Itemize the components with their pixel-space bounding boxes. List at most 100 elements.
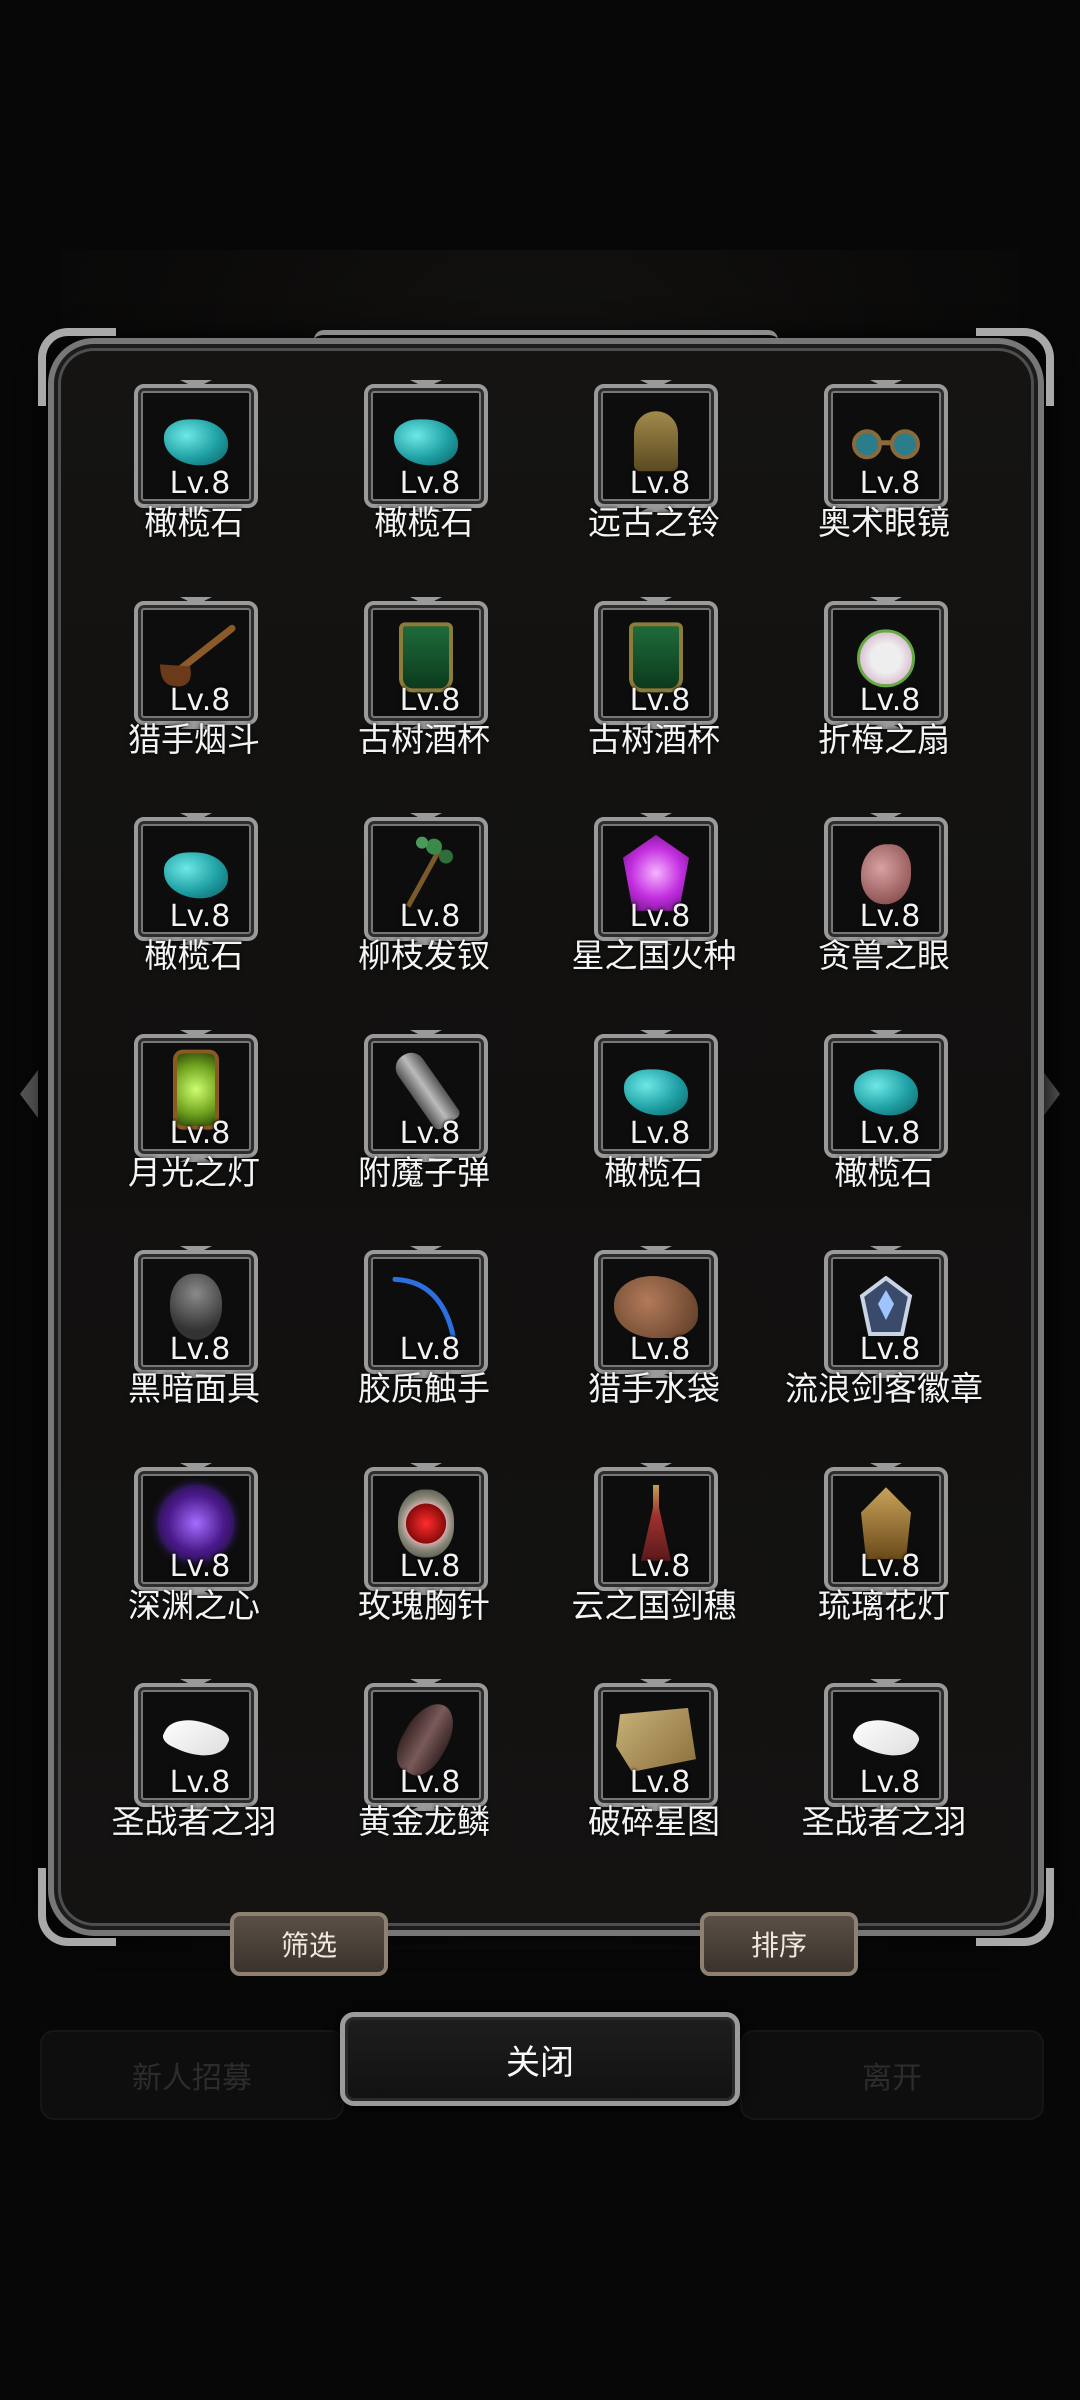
item-cell[interactable]: Lv.8 云之国剑穗 bbox=[554, 1467, 754, 1635]
item-slot-frame[interactable]: Lv.8 bbox=[134, 384, 258, 508]
item-slot-frame[interactable]: Lv.8 bbox=[134, 817, 258, 941]
broken-star-map-icon bbox=[616, 1707, 696, 1772]
olivine-stone-icon bbox=[164, 852, 228, 899]
greedy-beast-eye-icon bbox=[861, 844, 911, 905]
hunter-pipe-icon bbox=[154, 622, 238, 692]
item-cell[interactable]: Lv.8 黄金龙鳞 bbox=[324, 1683, 524, 1851]
item-cell[interactable]: Lv.8 橄榄石 bbox=[94, 817, 294, 985]
item-cell[interactable]: Lv.8 橄榄石 bbox=[94, 384, 294, 552]
item-cell[interactable]: Lv.8 破碎星图 bbox=[554, 1683, 754, 1851]
item-name: 橄榄石 bbox=[604, 1153, 704, 1192]
olivine-stone-icon bbox=[164, 419, 228, 466]
item-cell[interactable]: Lv.8 玫瑰胸针 bbox=[324, 1467, 524, 1635]
background-tab-recruit-label: 新人招募 bbox=[132, 2061, 252, 2096]
item-cell[interactable]: Lv.8 猎手水袋 bbox=[554, 1250, 754, 1418]
item-slot-frame[interactable]: Lv.8 bbox=[824, 1467, 948, 1591]
item-name: 圣战者之羽 bbox=[801, 1802, 967, 1841]
filter-button[interactable]: 筛选 bbox=[230, 1912, 388, 1976]
item-slot-frame[interactable]: Lv.8 bbox=[364, 1250, 488, 1374]
item-name: 琉璃花灯 bbox=[818, 1586, 950, 1625]
item-slot-frame[interactable]: Lv.8 bbox=[824, 601, 948, 725]
item-slot-frame[interactable]: Lv.8 bbox=[364, 817, 488, 941]
item-cell[interactable]: Lv.8 橄榄石 bbox=[554, 1034, 754, 1202]
filter-button-label: 筛选 bbox=[280, 1929, 337, 1962]
item-cell[interactable]: Lv.8 贪兽之眼 bbox=[784, 817, 984, 985]
swordsman-badge-icon bbox=[858, 1275, 914, 1338]
item-name: 附魔子弹 bbox=[358, 1153, 490, 1192]
item-name: 古树酒杯 bbox=[358, 720, 490, 759]
sort-button[interactable]: 排序 bbox=[700, 1912, 858, 1976]
item-name: 远古之铃 bbox=[588, 503, 720, 542]
item-slot-frame[interactable]: Lv.8 bbox=[134, 1250, 258, 1374]
item-cell[interactable]: Lv.8 柳枝发钗 bbox=[324, 817, 524, 985]
close-button[interactable]: 关闭 bbox=[340, 2012, 740, 2106]
background-tab-recruit: 新人招募 bbox=[40, 2030, 344, 2120]
arcane-goggles-icon bbox=[849, 426, 923, 460]
item-slot-frame[interactable]: Lv.8 bbox=[134, 601, 258, 725]
item-cell[interactable]: Lv.8 奥术眼镜 bbox=[784, 384, 984, 552]
background-tab-leave-label: 离开 bbox=[862, 2061, 922, 2096]
item-name: 胶质触手 bbox=[358, 1369, 490, 1408]
item-cell[interactable]: Lv.8 古树酒杯 bbox=[324, 601, 524, 769]
rose-brooch-icon bbox=[398, 1489, 454, 1558]
item-cell[interactable]: Lv.8 星之国火种 bbox=[554, 817, 754, 985]
item-cell[interactable]: Lv.8 橄榄石 bbox=[324, 384, 524, 552]
item-slot-frame[interactable]: Lv.8 bbox=[364, 601, 488, 725]
item-cell[interactable]: Lv.8 深渊之心 bbox=[94, 1467, 294, 1635]
gel-tentacle-icon bbox=[391, 1271, 461, 1341]
item-cell[interactable]: Lv.8 琉璃花灯 bbox=[784, 1467, 984, 1635]
item-name: 橄榄石 bbox=[374, 503, 474, 542]
item-cell[interactable]: Lv.8 猎手烟斗 bbox=[94, 601, 294, 769]
crusader-feather-icon bbox=[850, 1708, 922, 1768]
item-cell[interactable]: Lv.8 胶质触手 bbox=[324, 1250, 524, 1418]
item-cell[interactable]: Lv.8 古树酒杯 bbox=[554, 601, 754, 769]
item-name: 柳枝发钗 bbox=[358, 936, 490, 975]
background-tab-leave: 离开 bbox=[740, 2030, 1044, 2120]
item-slot-frame[interactable]: Lv.8 bbox=[364, 384, 488, 508]
item-cell[interactable]: Lv.8 附魔子弹 bbox=[324, 1034, 524, 1202]
item-slot-frame[interactable]: Lv.8 bbox=[364, 1034, 488, 1158]
item-slot-frame[interactable]: Lv.8 bbox=[134, 1683, 258, 1807]
item-cell[interactable]: Lv.8 圣战者之羽 bbox=[784, 1683, 984, 1851]
item-slot-frame[interactable]: Lv.8 bbox=[364, 1467, 488, 1591]
olivine-stone-icon bbox=[854, 1069, 918, 1116]
item-slot-frame[interactable]: Lv.8 bbox=[824, 1034, 948, 1158]
ancient-tree-cup-icon bbox=[399, 622, 453, 693]
item-slot-frame[interactable]: Lv.8 bbox=[824, 1683, 948, 1807]
item-name: 深渊之心 bbox=[128, 1586, 260, 1625]
olivine-stone-icon bbox=[624, 1069, 688, 1116]
item-slot-frame[interactable]: Lv.8 bbox=[594, 1467, 718, 1591]
item-cell[interactable]: Lv.8 圣战者之羽 bbox=[94, 1683, 294, 1851]
item-name: 奥术眼镜 bbox=[818, 503, 950, 542]
item-slot-frame[interactable]: Lv.8 bbox=[594, 1034, 718, 1158]
item-slot-frame[interactable]: Lv.8 bbox=[594, 384, 718, 508]
item-slot-frame[interactable]: Lv.8 bbox=[824, 1250, 948, 1374]
item-cell[interactable]: Lv.8 流浪剑客徽章 bbox=[784, 1250, 984, 1418]
item-name: 月光之灯 bbox=[128, 1153, 260, 1192]
item-slot-frame[interactable]: Lv.8 bbox=[364, 1683, 488, 1807]
item-cell[interactable]: Lv.8 折梅之扇 bbox=[784, 601, 984, 769]
item-slot-frame[interactable]: Lv.8 bbox=[594, 817, 718, 941]
item-cell[interactable]: Lv.8 月光之灯 bbox=[94, 1034, 294, 1202]
item-name: 流浪剑客徽章 bbox=[785, 1369, 983, 1408]
item-slot-frame[interactable]: Lv.8 bbox=[594, 1683, 718, 1807]
item-name: 黄金龙鳞 bbox=[358, 1802, 490, 1841]
item-slot-frame[interactable]: Lv.8 bbox=[134, 1467, 258, 1591]
item-cell[interactable]: Lv.8 黑暗面具 bbox=[94, 1250, 294, 1418]
item-slot-frame[interactable]: Lv.8 bbox=[824, 817, 948, 941]
olivine-stone-icon bbox=[394, 419, 458, 466]
item-cell[interactable]: Lv.8 橄榄石 bbox=[784, 1034, 984, 1202]
item-name: 橄榄石 bbox=[144, 936, 244, 975]
item-name: 橄榄石 bbox=[144, 503, 244, 542]
plum-fan-icon bbox=[857, 629, 915, 688]
item-name: 猎手水袋 bbox=[588, 1369, 720, 1408]
item-name: 折梅之扇 bbox=[818, 720, 950, 759]
item-slot-frame[interactable]: Lv.8 bbox=[594, 1250, 718, 1374]
close-button-label: 关闭 bbox=[506, 2042, 574, 2083]
item-cell[interactable]: Lv.8 远古之铃 bbox=[554, 384, 754, 552]
item-slot-frame[interactable]: Lv.8 bbox=[594, 601, 718, 725]
item-slot-frame[interactable]: Lv.8 bbox=[824, 384, 948, 508]
item-slot-frame[interactable]: Lv.8 bbox=[134, 1034, 258, 1158]
item-name: 古树酒杯 bbox=[588, 720, 720, 759]
item-name: 云之国剑穗 bbox=[571, 1586, 737, 1625]
